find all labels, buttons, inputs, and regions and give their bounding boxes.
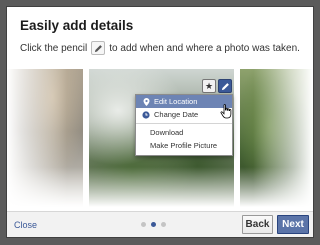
hand-pointer-icon [220, 104, 233, 124]
example-photo-strip: ★ Edit Location Change Date Download Mak… [7, 69, 313, 207]
menu-item-label: Change Date [154, 110, 199, 119]
pencil-icon [91, 41, 106, 55]
dialog-title: Easily add details [20, 18, 134, 33]
menu-item-make-profile-picture[interactable]: Make Profile Picture [136, 139, 232, 152]
tour-dialog: Easily add details Click the pencil to a… [6, 6, 314, 238]
menu-item-change-date[interactable]: Change Date [136, 108, 232, 121]
back-button[interactable]: Back [242, 215, 273, 234]
subtitle-text-start: Click the pencil [20, 42, 88, 54]
pagination-dots [141, 222, 166, 227]
star-icon[interactable]: ★ [202, 79, 216, 93]
clock-icon [142, 110, 150, 119]
pencil-icon [221, 82, 229, 90]
edit-photo-button[interactable] [218, 79, 232, 93]
dialog-subtitle: Click the pencil to add when and where a… [20, 41, 300, 55]
menu-item-label: Make Profile Picture [150, 141, 218, 150]
dialog-footer: Close Back Next [7, 211, 313, 237]
close-link[interactable]: Close [14, 220, 37, 230]
photo-options-menu: Edit Location Change Date Download Make … [135, 94, 233, 156]
menu-item-download[interactable]: Download [136, 126, 232, 139]
menu-item-edit-location[interactable]: Edit Location [136, 95, 232, 108]
fade-overlay-bottom [7, 167, 313, 207]
menu-divider [136, 123, 232, 124]
pagination-dot[interactable] [141, 222, 146, 227]
menu-item-label: Edit Location [154, 97, 198, 106]
next-button[interactable]: Next [277, 215, 309, 234]
menu-item-label: Download [150, 128, 184, 137]
map-pin-icon [142, 97, 150, 106]
subtitle-text-end: to add when and where a photo was taken. [109, 42, 300, 54]
pagination-dot-current[interactable] [151, 222, 156, 227]
pagination-dot[interactable] [161, 222, 166, 227]
